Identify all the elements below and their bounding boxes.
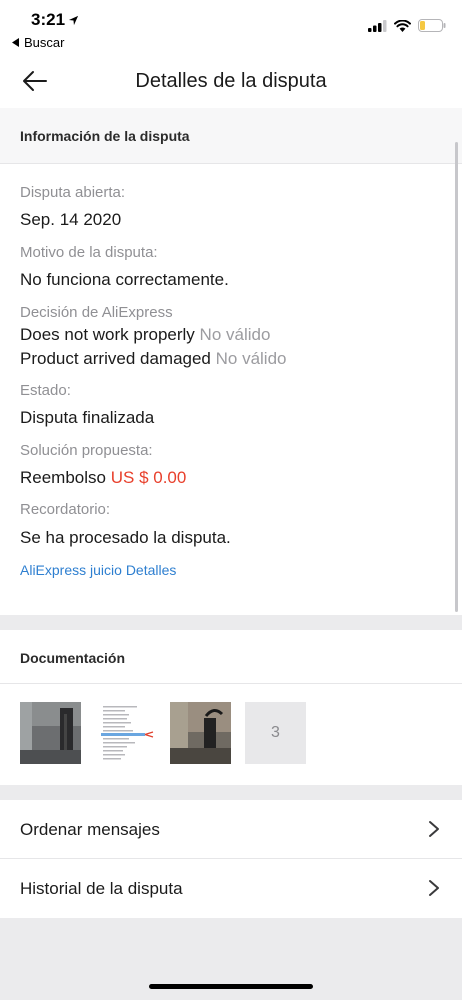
chevron-right-icon — [429, 880, 439, 896]
document-thumbnails: 3 — [20, 702, 306, 764]
photo-thumbnail[interactable] — [170, 702, 231, 764]
back-triangle-icon — [12, 38, 19, 47]
refund-amount: US $ 0.00 — [110, 468, 187, 487]
back-to-search-link[interactable]: Buscar — [12, 35, 64, 50]
solution-label: Solución propuesta: — [20, 442, 153, 459]
documentation-heading: Documentación — [0, 630, 462, 684]
more-documents-button[interactable]: 3 — [245, 702, 306, 764]
status-bar: 3:21 Buscar — [0, 0, 462, 54]
signal-icon — [368, 19, 387, 32]
list-item-label: Ordenar mensajes — [20, 820, 160, 839]
device-photo-image — [20, 702, 81, 764]
solution-text: Reembolso — [20, 468, 106, 487]
decision-text: Product arrived damaged — [20, 349, 211, 368]
page-title: Detalles de la disputa — [135, 70, 327, 92]
documentation-section: Documentación 3 — [0, 630, 462, 785]
status-indicators — [368, 19, 446, 32]
device-photo-image — [170, 702, 231, 764]
list-item-dispute-history[interactable]: Historial de la disputa — [0, 859, 462, 918]
decision-status: No válido — [199, 325, 271, 344]
photo-thumbnail[interactable] — [20, 702, 81, 764]
decision-status: No válido — [215, 349, 287, 368]
state-value: Disputa finalizada — [20, 408, 155, 427]
dispute-info-section: Información de la disputa Disputa abiert… — [0, 108, 462, 615]
reminder-value: Se ha procesado la disputa. — [20, 528, 231, 547]
text-list-image — [95, 702, 156, 764]
list-item-label: Historial de la disputa — [20, 879, 183, 898]
app-header: Detalles de la disputa — [0, 54, 462, 108]
location-arrow-icon — [68, 15, 79, 25]
reminder-label: Recordatorio: — [20, 501, 111, 518]
dispute-info-heading: Información de la disputa — [0, 108, 462, 164]
solution-value: Reembolso US $ 0.00 — [20, 468, 186, 488]
decision-item: Does not work properly No válido — [20, 325, 270, 345]
more-count: 3 — [271, 724, 280, 741]
clock-text: 3:21 — [31, 10, 66, 29]
opened-label: Disputa abierta: — [20, 184, 126, 201]
back-app-label: Buscar — [24, 35, 65, 50]
status-time: 3:21 — [31, 10, 79, 30]
reason-label: Motivo de la disputa: — [20, 244, 158, 261]
list-item-sort-messages[interactable]: Ordenar mensajes — [0, 800, 462, 859]
screenshot-thumbnail[interactable] — [95, 702, 156, 764]
decision-item: Product arrived damaged No válido — [20, 349, 287, 369]
actions-list: Ordenar mensajes Historial de la disputa — [0, 800, 462, 918]
judgment-details-link[interactable]: AliExpress juicio Detalles — [20, 562, 176, 578]
reason-value: No funciona correctamente. — [20, 270, 229, 289]
wifi-icon — [394, 19, 411, 32]
decision-text: Does not work properly — [20, 325, 195, 344]
scrollbar[interactable] — [455, 142, 458, 612]
battery-icon — [418, 19, 446, 32]
decision-label: Decisión de AliExpress — [20, 304, 173, 321]
opened-value: Sep. 14 2020 — [20, 210, 122, 229]
home-indicator[interactable] — [149, 984, 313, 989]
state-label: Estado: — [20, 382, 71, 399]
chevron-right-icon — [429, 821, 439, 837]
